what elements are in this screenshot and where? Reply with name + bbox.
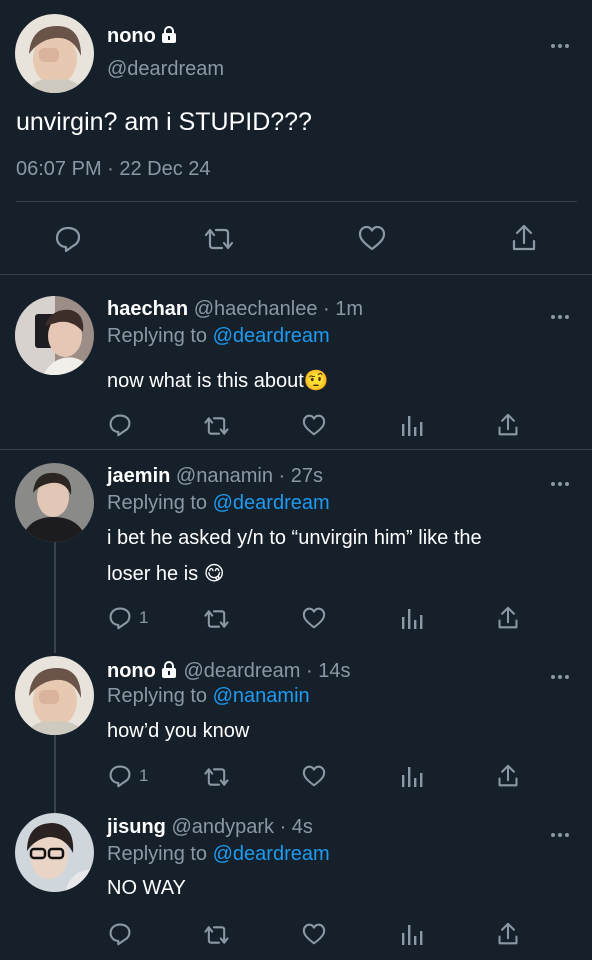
thread-line	[54, 735, 56, 813]
more-options-icon[interactable]	[550, 667, 570, 685]
divider	[0, 274, 592, 275]
replying-to: Replying to @nanamin	[107, 685, 310, 708]
retweet-icon[interactable]	[202, 414, 231, 438]
time-ago: · 1m	[323, 298, 364, 320]
analytics-icon[interactable]	[401, 414, 423, 438]
avatar[interactable]	[15, 813, 94, 892]
analytics-icon[interactable]	[401, 765, 423, 789]
avatar[interactable]	[15, 14, 94, 93]
like-icon[interactable]	[302, 607, 326, 629]
replying-to-label: Replying to	[107, 325, 208, 347]
handle[interactable]: @andypark	[171, 816, 274, 838]
share-icon[interactable]	[497, 921, 519, 947]
analytics-icon[interactable]	[401, 923, 423, 947]
share-icon[interactable]	[497, 412, 519, 438]
tweet-text-line: i bet he asked y/n to “unvirgin him” lik…	[107, 527, 482, 549]
more-options-icon[interactable]	[550, 307, 570, 325]
display-name[interactable]: jisung	[107, 816, 166, 838]
mention-link[interactable]: @deardream	[213, 325, 330, 347]
mention-link[interactable]: @deardream	[213, 492, 330, 514]
thread-line	[54, 541, 56, 653]
tweet-text: NO WAY	[107, 877, 186, 899]
time-ago: · 14s	[306, 660, 351, 682]
handle[interactable]: @nanamin	[176, 465, 273, 487]
share-icon[interactable]	[497, 763, 519, 789]
avatar[interactable]	[15, 656, 94, 735]
replying-to-label: Replying to	[107, 492, 208, 514]
time-ago: · 4s	[279, 816, 313, 838]
handle[interactable]: @deardream	[183, 660, 300, 682]
avatar[interactable]	[15, 463, 94, 542]
more-options-icon[interactable]	[550, 825, 570, 843]
reply-count: 1	[139, 608, 149, 627]
reply-icon[interactable]	[108, 606, 132, 630]
replying-to-label: Replying to	[107, 685, 208, 707]
analytics-icon[interactable]	[401, 607, 423, 631]
timestamp: 06:07 PM · 22 Dec 24	[16, 158, 211, 180]
reply-icon[interactable]	[108, 413, 132, 437]
more-options-icon[interactable]	[550, 474, 570, 492]
share-icon[interactable]	[497, 605, 519, 631]
replying-to: Replying to @deardream	[107, 325, 330, 348]
replying-to-label: Replying to	[107, 843, 208, 865]
handle[interactable]: @haechanlee	[194, 298, 318, 320]
handle[interactable]: @deardream	[107, 58, 224, 81]
retweet-icon[interactable]	[202, 765, 231, 789]
replying-to: Replying to @deardream	[107, 843, 330, 866]
like-icon[interactable]	[358, 225, 386, 251]
display-name[interactable]: haechan	[107, 298, 188, 320]
tweet-text: now what is this about🤨	[107, 370, 329, 392]
mention-link[interactable]: @deardream	[213, 843, 330, 865]
mention-link[interactable]: @nanamin	[213, 685, 310, 707]
reply-icon[interactable]	[108, 922, 132, 946]
replying-to: Replying to @deardream	[107, 492, 330, 515]
lock-icon	[160, 26, 178, 50]
tweet-text: unvirgin? am i STUPID???	[16, 108, 312, 136]
display-name[interactable]: jaemin	[107, 465, 170, 487]
retweet-icon[interactable]	[202, 923, 231, 947]
divider	[16, 201, 577, 202]
retweet-icon[interactable]	[202, 225, 236, 253]
more-options-icon[interactable]	[550, 36, 570, 54]
reply-count: 1	[139, 766, 149, 785]
display-name[interactable]: nono	[107, 660, 156, 682]
display-name[interactable]: nono	[107, 25, 156, 47]
tweet-text-line: loser he is 😋	[107, 563, 225, 585]
time-ago: · 27s	[278, 465, 323, 487]
tweet-text: how’d you know	[107, 720, 250, 742]
lock-icon	[160, 661, 178, 685]
share-icon[interactable]	[511, 223, 537, 253]
reply-icon[interactable]	[54, 225, 82, 253]
like-icon[interactable]	[302, 414, 326, 436]
like-icon[interactable]	[302, 765, 326, 787]
divider	[0, 449, 592, 450]
retweet-icon[interactable]	[202, 607, 231, 631]
reply-icon[interactable]	[108, 764, 132, 788]
avatar[interactable]	[15, 296, 94, 375]
like-icon[interactable]	[302, 923, 326, 945]
